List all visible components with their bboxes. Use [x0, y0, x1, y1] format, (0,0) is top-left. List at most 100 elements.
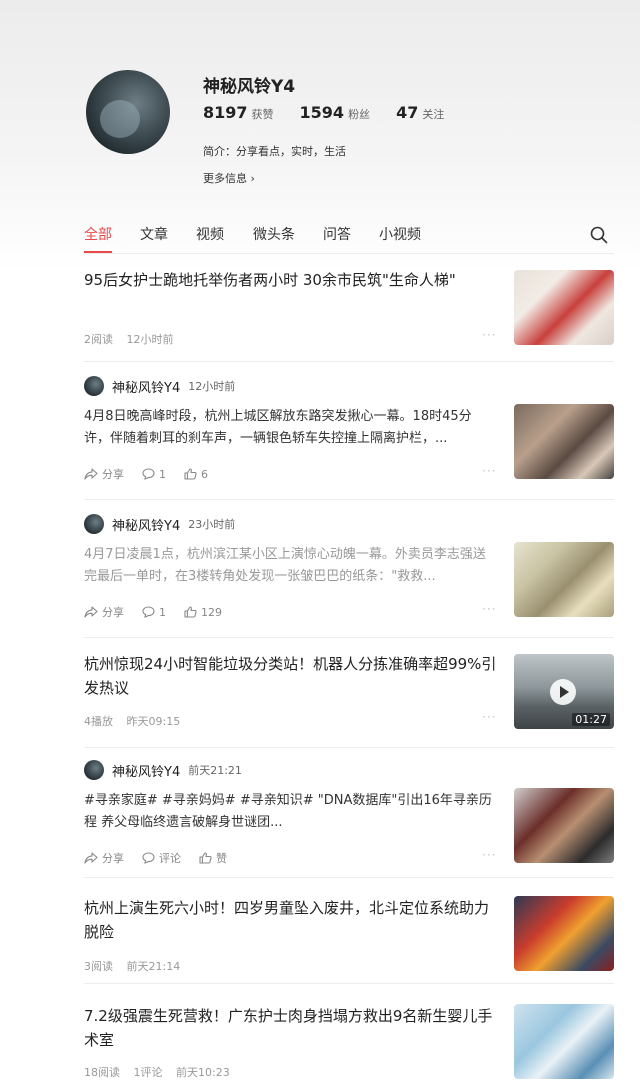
post-text[interactable]: #寻亲家庭# #寻亲妈妈# #寻亲知识# "DNA数据库"引出16年寻亲历程 养… [84, 790, 494, 834]
comment-label: 评论 [159, 852, 181, 865]
tab-videos[interactable]: 视频 [196, 224, 224, 244]
read-count: 2阅读 [84, 333, 113, 346]
share-button[interactable]: 分享 [84, 850, 124, 866]
post-text[interactable]: 4月7日凌晨1点，杭州滨江某小区上演惊心动魄一幕。外卖员李志强送完最后一单时，在… [84, 544, 494, 588]
comment-count: 1评论 [133, 1066, 163, 1079]
post-thumbnail[interactable] [514, 788, 614, 863]
stat-followers-label: 粉丝 [348, 108, 371, 121]
share-label: 分享 [102, 606, 124, 619]
feed-item-micro-post[interactable]: 神秘风铃Y4 12小时前 4月8日晚高峰时段，杭州上城区解放东路突发揪心一幕。1… [84, 362, 614, 500]
author-avatar[interactable] [84, 514, 104, 534]
stat-likes-value: 8197 [203, 103, 248, 122]
comment-icon [142, 606, 155, 618]
read-count: 3阅读 [84, 960, 113, 973]
video-thumbnail[interactable]: 01:27 [514, 654, 614, 729]
search-icon[interactable] [590, 226, 608, 244]
play-count: 4播放 [84, 715, 113, 728]
stat-followers[interactable]: 1594 粉丝 [300, 103, 371, 122]
more-dots-icon[interactable]: ··· [482, 464, 496, 478]
article-thumbnail[interactable] [514, 270, 614, 345]
more-dots-icon[interactable]: ··· [482, 602, 496, 616]
stat-likes[interactable]: 8197 获赞 [203, 103, 274, 122]
tab-articles[interactable]: 文章 [140, 224, 168, 244]
author-avatar[interactable] [84, 760, 104, 780]
comment-count: 1 [159, 605, 166, 619]
article-meta: 2阅读 12小时前 [84, 331, 184, 347]
content-tabs: 全部 文章 视频 微头条 问答 小视频 [84, 222, 614, 254]
post-time: 前天21:21 [188, 764, 242, 777]
tab-short-videos[interactable]: 小视频 [379, 224, 421, 244]
feed-item-article[interactable]: 杭州上演生死六小时！四岁男童坠入废井，北斗定位系统助力脱险 3阅读 前天21:1… [84, 878, 614, 984]
share-button[interactable]: 分享 [84, 466, 124, 482]
tab-qa[interactable]: 问答 [323, 224, 351, 244]
post-text[interactable]: 4月8日晚高峰时段，杭州上城区解放东路突发揪心一幕。18时45分许，伴随着刺耳的… [84, 406, 494, 450]
video-meta: 4播放 昨天09:15 [84, 713, 190, 729]
publish-time: 12小时前 [126, 333, 174, 346]
like-button[interactable]: 129 [184, 606, 222, 619]
feed-item-article[interactable]: 95后女护士跪地托举伤者两小时 30余市民筑"生命人梯" 2阅读 12小时前 ·… [84, 256, 614, 362]
tab-all[interactable]: 全部 [84, 224, 112, 253]
more-dots-icon[interactable]: ··· [482, 710, 496, 724]
thumbs-up-icon [199, 852, 212, 864]
article-title[interactable]: 95后女护士跪地托举伤者两小时 30余市民筑"生命人梯" [84, 268, 498, 292]
profile-name: 神秘风铃Y4 [203, 77, 296, 97]
share-label: 分享 [102, 852, 124, 865]
post-author[interactable]: 神秘风铃Y4 12小时前 [84, 376, 235, 396]
stat-following[interactable]: 47 关注 [396, 103, 444, 122]
post-time: 12小时前 [188, 380, 236, 393]
feed-item-video[interactable]: 杭州惊现24小时智能垃圾分类站！机器人分拣准确率超99%引发热议 4播放 昨天0… [84, 638, 614, 748]
article-meta: 3阅读 前天21:14 [84, 958, 190, 974]
author-name[interactable]: 神秘风铃Y4 [112, 515, 180, 534]
post-author[interactable]: 神秘风铃Y4 23小时前 [84, 514, 235, 534]
like-label: 赞 [216, 852, 227, 865]
post-time: 23小时前 [188, 518, 236, 531]
post-thumbnail[interactable] [514, 542, 614, 617]
video-title[interactable]: 杭州惊现24小时智能垃圾分类站！机器人分拣准确率超99%引发热议 [84, 652, 498, 700]
thumbs-up-icon [184, 606, 197, 618]
article-thumbnail[interactable] [514, 1004, 614, 1079]
play-icon[interactable] [550, 679, 576, 705]
post-author[interactable]: 神秘风铃Y4 前天21:21 [84, 760, 242, 780]
like-button[interactable]: 6 [184, 468, 208, 481]
stat-followers-value: 1594 [299, 103, 345, 122]
share-icon [84, 468, 98, 480]
stat-following-label: 关注 [422, 108, 445, 121]
comment-button[interactable]: 1 [142, 468, 166, 481]
comment-icon [142, 852, 155, 864]
share-icon [84, 852, 98, 864]
avatar[interactable] [86, 70, 170, 154]
author-avatar[interactable] [84, 376, 104, 396]
comment-button[interactable]: 1 [142, 606, 166, 619]
like-count: 129 [201, 605, 222, 619]
more-dots-icon[interactable]: ··· [482, 848, 496, 862]
publish-time: 前天21:14 [126, 960, 181, 973]
read-count: 18阅读 [84, 1066, 120, 1079]
profile-bio: 简介：分享看点，实时，生活 [203, 145, 346, 158]
stat-likes-label: 获赞 [251, 108, 274, 121]
comment-icon [142, 468, 155, 480]
feed-item-micro-post[interactable]: 神秘风铃Y4 23小时前 4月7日凌晨1点，杭州滨江某小区上演惊心动魄一幕。外卖… [84, 500, 614, 638]
feed-item-micro-post[interactable]: 神秘风铃Y4 前天21:21 #寻亲家庭# #寻亲妈妈# #寻亲知识# "DNA… [84, 748, 614, 878]
thumbs-up-icon [184, 468, 197, 480]
like-count: 6 [201, 467, 208, 481]
article-title[interactable]: 7.2级强震生死营救！广东护士肉身挡塌方救出9名新生婴儿手术室 [84, 1004, 498, 1052]
share-button[interactable]: 分享 [84, 604, 124, 620]
more-info-link[interactable]: 更多信息 › [203, 170, 255, 186]
post-actions: 分享 1 129 [84, 604, 240, 620]
comment-button[interactable]: 评论 [142, 850, 181, 866]
post-thumbnail[interactable] [514, 404, 614, 479]
author-name[interactable]: 神秘风铃Y4 [112, 377, 180, 396]
article-title[interactable]: 杭州上演生死六小时！四岁男童坠入废井，北斗定位系统助力脱险 [84, 896, 498, 944]
like-button[interactable]: 赞 [199, 850, 227, 866]
video-duration: 01:27 [572, 713, 610, 726]
post-actions: 分享 1 6 [84, 466, 226, 482]
share-icon [84, 606, 98, 618]
tab-micro-posts[interactable]: 微头条 [253, 224, 295, 244]
more-dots-icon[interactable]: ··· [482, 328, 496, 342]
feed-item-article[interactable]: 7.2级强震生死营救！广东护士肉身挡塌方救出9名新生婴儿手术室 18阅读 1评论… [84, 984, 614, 1089]
share-label: 分享 [102, 468, 124, 481]
article-thumbnail[interactable] [514, 896, 614, 971]
publish-time: 昨天09:15 [126, 715, 181, 728]
publish-time: 前天10:23 [176, 1066, 230, 1079]
author-name[interactable]: 神秘风铃Y4 [112, 761, 180, 780]
